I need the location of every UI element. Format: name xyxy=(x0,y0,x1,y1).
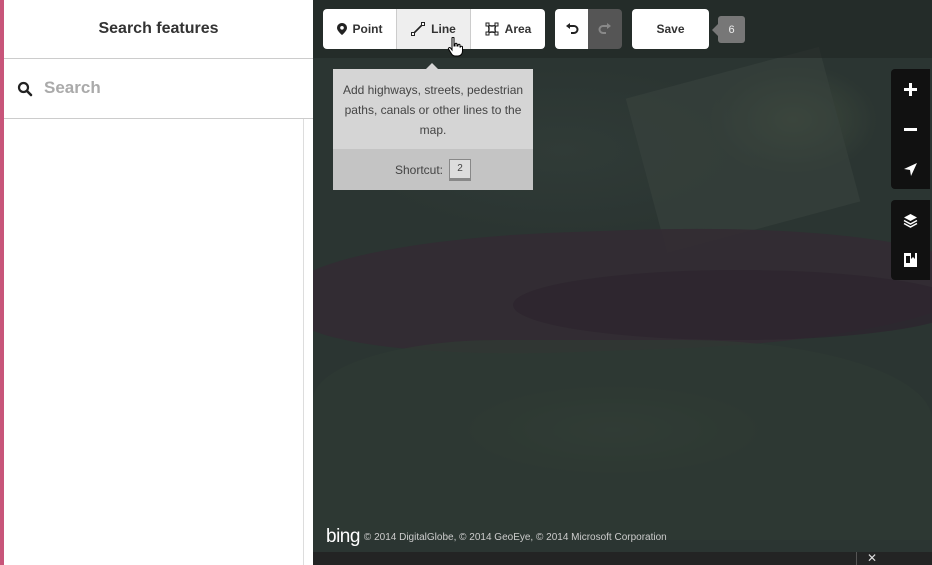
shortcut-label: Shortcut: xyxy=(394,162,444,177)
location-arrow-icon xyxy=(904,162,917,176)
footer-close-icon[interactable]: ✕ xyxy=(867,552,877,565)
undo-button[interactable] xyxy=(555,9,588,49)
search-icon xyxy=(17,81,33,97)
attribution-text: © 2014 DigitalGlobe, © 2014 GeoEye, © 20… xyxy=(363,531,667,543)
search-row xyxy=(4,59,313,119)
undo-icon xyxy=(565,23,578,34)
tooltip-description: Add highways, streets, pedestrian paths,… xyxy=(342,83,524,137)
edit-count-badge: 6 xyxy=(712,16,745,43)
save-button[interactable]: Save xyxy=(632,9,709,49)
sidebar: Search features xyxy=(4,0,314,565)
tooltip-shortcut: Shortcut: 2 xyxy=(333,149,533,190)
plus-icon xyxy=(904,82,917,96)
add-area-button[interactable]: Area xyxy=(471,9,545,49)
map-data-button[interactable] xyxy=(891,240,930,280)
zoom-in-button[interactable] xyxy=(891,69,930,109)
point-icon xyxy=(336,23,347,35)
map-field-texture xyxy=(625,46,861,254)
map-data-icon xyxy=(904,253,917,267)
sidebar-header: Search features xyxy=(4,0,313,59)
map-treeline xyxy=(313,340,932,540)
add-point-button[interactable]: Point xyxy=(323,9,396,49)
bing-logo: bing xyxy=(326,526,360,547)
imagery-attribution[interactable]: bing © 2014 DigitalGlobe, © 2014 GeoEye,… xyxy=(326,526,667,548)
geolocate-button[interactable] xyxy=(891,149,930,189)
redo-icon xyxy=(598,23,611,34)
add-point-label: Point xyxy=(352,22,383,36)
line-tooltip: Add highways, streets, pedestrian paths,… xyxy=(333,69,533,190)
add-line-label: Line xyxy=(431,22,456,36)
sidebar-title: Search features xyxy=(98,20,219,37)
background-layers-button[interactable] xyxy=(891,200,930,240)
footer-divider xyxy=(856,552,857,565)
line-icon xyxy=(411,22,426,36)
minus-icon xyxy=(904,127,917,131)
map-footer xyxy=(313,552,932,565)
area-icon xyxy=(485,22,499,36)
layers-icon xyxy=(903,213,918,228)
redo-button[interactable] xyxy=(588,9,622,49)
zoom-out-button[interactable] xyxy=(891,109,930,149)
hand-cursor-icon xyxy=(447,37,463,57)
add-area-label: Area xyxy=(504,22,532,36)
search-input[interactable] xyxy=(44,73,299,103)
shortcut-key: 2 xyxy=(449,158,472,181)
